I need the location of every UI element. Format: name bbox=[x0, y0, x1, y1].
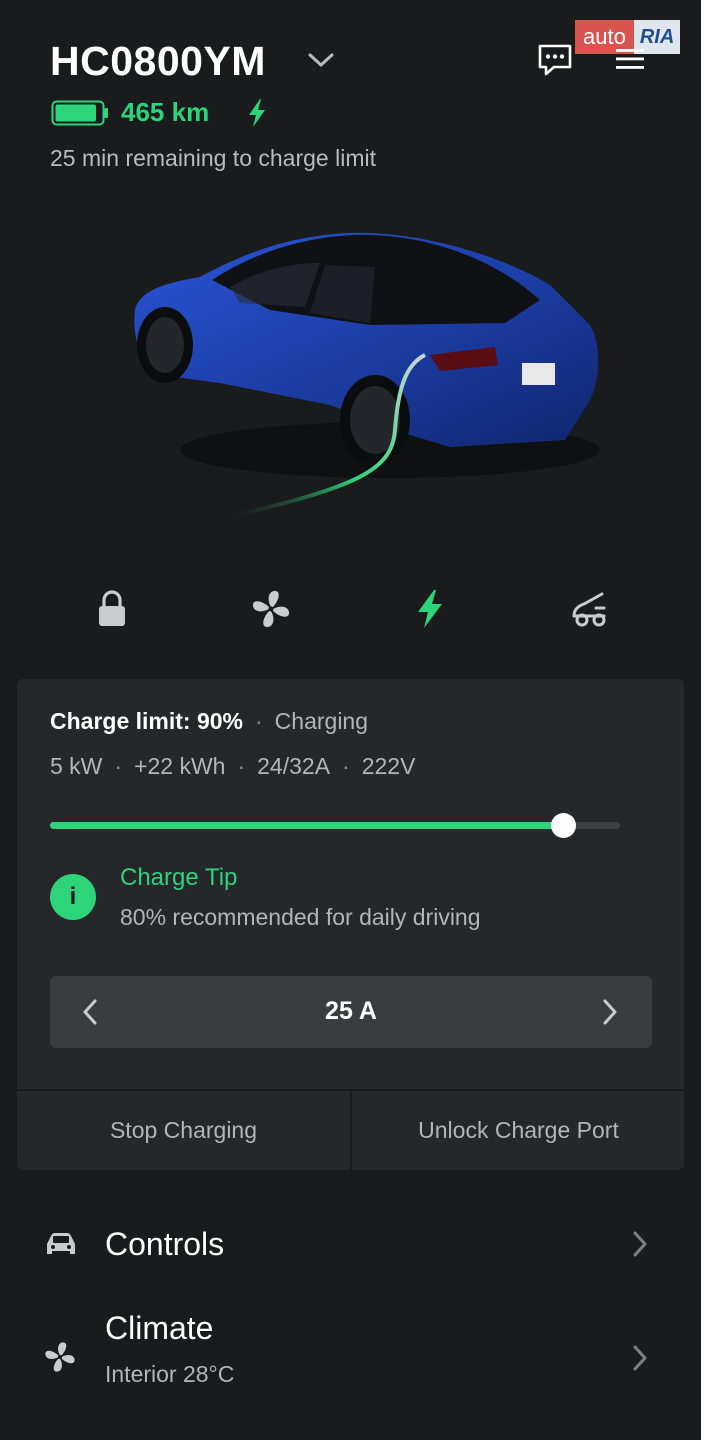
car-image bbox=[134, 232, 600, 522]
climate-label: Climate bbox=[105, 1310, 214, 1346]
trunk-icon[interactable] bbox=[568, 588, 610, 630]
fan-icon[interactable] bbox=[250, 588, 292, 630]
battery-icon bbox=[51, 100, 108, 126]
range-text: 465 km bbox=[121, 97, 210, 127]
charge-tip-title: Charge Tip bbox=[120, 864, 238, 891]
charging-stats: 5 kW · +22 kWh · 24/32A · 222V bbox=[50, 753, 416, 779]
chevron-right-icon bbox=[633, 1231, 647, 1257]
menu-icon[interactable] bbox=[614, 46, 646, 72]
menu-item-controls[interactable]: Controls bbox=[0, 1200, 701, 1290]
chevron-right-icon bbox=[633, 1345, 647, 1371]
unlock-charge-port-button[interactable]: Unlock Charge Port bbox=[352, 1091, 684, 1170]
car-icon bbox=[47, 1233, 75, 1254]
climate-interior-temp: Interior 28°C bbox=[105, 1361, 235, 1387]
charge-limit-line: Charge limit: 90% · Charging bbox=[50, 708, 369, 734]
chevron-right-icon[interactable] bbox=[600, 998, 620, 1026]
stop-charging-button[interactable]: Stop Charging bbox=[17, 1091, 350, 1170]
charging-state: Charging bbox=[274, 708, 369, 734]
info-icon: i bbox=[50, 874, 96, 920]
slider-thumb[interactable] bbox=[551, 813, 576, 838]
vehicle-name[interactable]: HC0800YM bbox=[50, 38, 266, 85]
charging-voltage: 222V bbox=[361, 753, 416, 779]
amperage-value: 25 A bbox=[325, 997, 377, 1025]
chevron-down-icon[interactable] bbox=[306, 48, 336, 72]
charge-limit-label: Charge limit: 90% bbox=[50, 708, 243, 734]
charge-tip-text: 80% recommended for daily driving bbox=[120, 904, 481, 930]
charging-power: 5 kW bbox=[50, 753, 103, 779]
charging-current: 24/32A bbox=[257, 753, 331, 779]
charge-remaining-text: 25 min remaining to charge limit bbox=[50, 145, 376, 171]
controls-label: Controls bbox=[105, 1226, 225, 1262]
fan-icon bbox=[45, 1342, 75, 1372]
charging-bolt-icon bbox=[249, 99, 265, 127]
menu-item-climate[interactable]: Climate Interior 28°C bbox=[0, 1300, 701, 1410]
amperage-stepper: 25 A bbox=[50, 976, 652, 1048]
charge-limit-fill bbox=[50, 822, 563, 829]
charging-card: Charge limit: 90% · Charging 5 kW · +22 kWh ·… bbox=[17, 679, 684, 1170]
lock-icon[interactable] bbox=[91, 588, 133, 630]
messages-icon[interactable] bbox=[536, 42, 574, 78]
charging-bolt-icon[interactable] bbox=[409, 588, 451, 630]
energy-added: +22 kWh bbox=[134, 753, 226, 779]
